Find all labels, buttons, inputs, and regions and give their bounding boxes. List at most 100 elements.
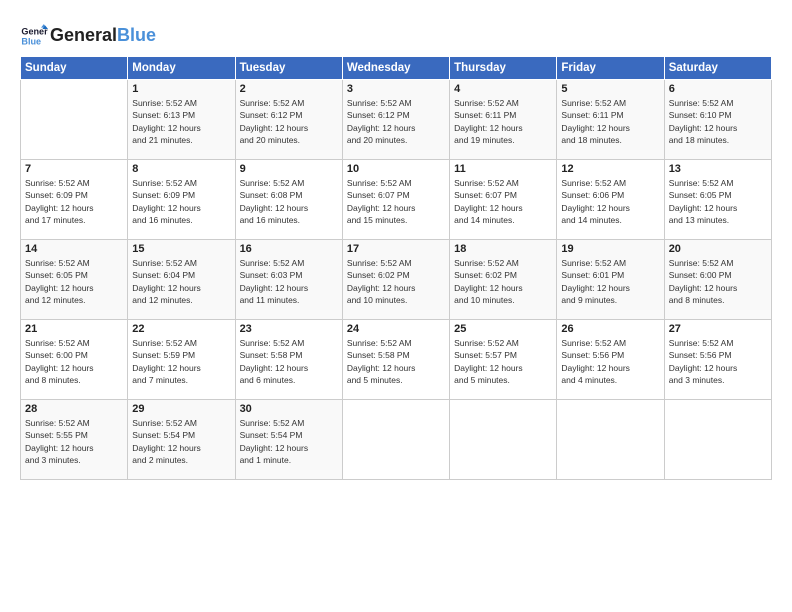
logo-icon: General Blue (20, 22, 48, 50)
calendar-week-4: 21 Sunrise: 5:52 AMSunset: 6:00 PMDayligh… (21, 320, 772, 400)
calendar-cell (557, 400, 664, 480)
cell-text: Sunrise: 5:52 AMSunset: 6:06 PMDaylight:… (561, 177, 659, 226)
day-number: 20 (669, 243, 767, 255)
calendar-cell: 19Sunrise: 5:52 AMSunset: 6:01 PMDayligh… (557, 240, 664, 320)
cell-text: Sunrise: 5:52 AMSunset: 5:58 PMDaylight:… (347, 337, 445, 386)
calendar-cell: 20Sunrise: 5:52 AMSunset: 6:00 PMDayligh… (664, 240, 771, 320)
cell-text: Sunrise: 5:52 AMSunset: 6:11 PMDaylight:… (454, 97, 552, 146)
day-header-saturday: Saturday (664, 57, 771, 80)
calendar-cell: 17Sunrise: 5:52 AMSunset: 6:02 PMDayligh… (342, 240, 449, 320)
calendar-cell: 18Sunrise: 5:52 AMSunset: 6:02 PMDayligh… (450, 240, 557, 320)
day-number: 27 (669, 323, 767, 335)
calendar-cell (450, 400, 557, 480)
day-number: 11 (454, 163, 552, 175)
day-number: 2 (240, 83, 338, 95)
calendar-cell: 1 Sunrise: 5:52 AMSunset: 6:13 PMDaylight… (128, 80, 235, 160)
day-header-friday: Friday (557, 57, 664, 80)
cell-text: Sunrise: 5:52 AMSunset: 6:13 PMDaylight:… (132, 97, 230, 146)
day-number: 17 (347, 243, 445, 255)
cell-text: Sunrise: 5:52 AMSunset: 6:00 PMDaylight:… (25, 337, 123, 386)
cell-text: Sunrise: 5:52 AMSunset: 6:12 PMDaylight:… (240, 97, 338, 146)
day-number: 15 (132, 243, 230, 255)
day-number: 7 (25, 163, 123, 175)
calendar-cell: 3 Sunrise: 5:52 AMSunset: 6:12 PMDaylight… (342, 80, 449, 160)
calendar-cell: 22 Sunrise: 5:52 AMSunset: 5:59 PMDayligh… (128, 320, 235, 400)
calendar-cell: 10 Sunrise: 5:52 AMSunset: 6:07 PMDayligh… (342, 160, 449, 240)
calendar-header-row: SundayMondayTuesdayWednesdayThursdayFrid… (21, 57, 772, 80)
calendar-cell: 6Sunrise: 5:52 AMSunset: 6:10 PMDaylight… (664, 80, 771, 160)
cell-text: Sunrise: 5:52 AMSunset: 6:09 PMDaylight:… (25, 177, 123, 226)
calendar-cell: 14 Sunrise: 5:52 AMSunset: 6:05 PMDayligh… (21, 240, 128, 320)
cell-text: Sunrise: 5:52 AMSunset: 6:07 PMDaylight:… (347, 177, 445, 226)
calendar-cell: 12 Sunrise: 5:52 AMSunset: 6:06 PMDayligh… (557, 160, 664, 240)
day-number: 13 (669, 163, 767, 175)
day-header-wednesday: Wednesday (342, 57, 449, 80)
calendar-cell: 23 Sunrise: 5:52 AMSunset: 5:58 PMDayligh… (235, 320, 342, 400)
calendar-cell: 9 Sunrise: 5:52 AMSunset: 6:08 PMDaylight… (235, 160, 342, 240)
day-number: 21 (25, 323, 123, 335)
cell-text: Sunrise: 5:52 AMSunset: 6:03 PMDaylight:… (240, 257, 338, 306)
header: General Blue GeneralBlue (20, 18, 772, 50)
cell-text: Sunrise: 5:52 AMSunset: 5:56 PMDaylight:… (669, 337, 767, 386)
cell-text: Sunrise: 5:52 AMSunset: 6:12 PMDaylight:… (347, 97, 445, 146)
day-number: 10 (347, 163, 445, 175)
cell-text: Sunrise: 5:52 AMSunset: 6:05 PMDaylight:… (25, 257, 123, 306)
calendar-week-3: 14 Sunrise: 5:52 AMSunset: 6:05 PMDayligh… (21, 240, 772, 320)
calendar-cell: 8Sunrise: 5:52 AMSunset: 6:09 PMDaylight… (128, 160, 235, 240)
calendar-cell: 30 Sunrise: 5:52 AMSunset: 5:54 PMDayligh… (235, 400, 342, 480)
day-number: 22 (132, 323, 230, 335)
cell-text: Sunrise: 5:52 AMSunset: 6:08 PMDaylight:… (240, 177, 338, 226)
calendar-cell: 4 Sunrise: 5:52 AMSunset: 6:11 PMDaylight… (450, 80, 557, 160)
day-number: 16 (240, 243, 338, 255)
calendar-cell: 2 Sunrise: 5:52 AMSunset: 6:12 PMDaylight… (235, 80, 342, 160)
day-number: 28 (25, 403, 123, 415)
day-number: 12 (561, 163, 659, 175)
calendar-cell: 11 Sunrise: 5:52 AMSunset: 6:07 PMDayligh… (450, 160, 557, 240)
day-number: 14 (25, 243, 123, 255)
calendar-body: 1 Sunrise: 5:52 AMSunset: 6:13 PMDaylight… (21, 80, 772, 480)
day-header-sunday: Sunday (21, 57, 128, 80)
cell-text: Sunrise: 5:52 AMSunset: 5:55 PMDaylight:… (25, 417, 123, 466)
calendar-cell: 27 Sunrise: 5:52 AMSunset: 5:56 PMDayligh… (664, 320, 771, 400)
cell-text: Sunrise: 5:52 AMSunset: 5:58 PMDaylight:… (240, 337, 338, 386)
day-header-tuesday: Tuesday (235, 57, 342, 80)
calendar-cell (21, 80, 128, 160)
calendar-week-5: 28 Sunrise: 5:52 AMSunset: 5:55 PMDayligh… (21, 400, 772, 480)
svg-text:Blue: Blue (21, 36, 41, 46)
cell-text: Sunrise: 5:52 AMSunset: 5:56 PMDaylight:… (561, 337, 659, 386)
calendar-cell: 15 Sunrise: 5:52 AMSunset: 6:04 PMDayligh… (128, 240, 235, 320)
day-number: 18 (454, 243, 552, 255)
calendar-week-2: 7 Sunrise: 5:52 AMSunset: 6:09 PMDaylight… (21, 160, 772, 240)
cell-text: Sunrise: 5:52 AMSunset: 6:11 PMDaylight:… (561, 97, 659, 146)
calendar-cell: 29 Sunrise: 5:52 AMSunset: 5:54 PMDayligh… (128, 400, 235, 480)
logo-text: GeneralBlue (50, 26, 156, 46)
cell-text: Sunrise: 5:52 AMSunset: 5:54 PMDaylight:… (132, 417, 230, 466)
day-header-monday: Monday (128, 57, 235, 80)
day-number: 3 (347, 83, 445, 95)
cell-text: Sunrise: 5:52 AMSunset: 5:59 PMDaylight:… (132, 337, 230, 386)
day-header-thursday: Thursday (450, 57, 557, 80)
calendar-cell (342, 400, 449, 480)
calendar-cell: 16 Sunrise: 5:52 AMSunset: 6:03 PMDayligh… (235, 240, 342, 320)
day-number: 23 (240, 323, 338, 335)
calendar-cell: 7 Sunrise: 5:52 AMSunset: 6:09 PMDaylight… (21, 160, 128, 240)
day-number: 4 (454, 83, 552, 95)
day-number: 24 (347, 323, 445, 335)
calendar-cell: 26Sunrise: 5:52 AMSunset: 5:56 PMDayligh… (557, 320, 664, 400)
calendar-cell: 5Sunrise: 5:52 AMSunset: 6:11 PMDaylight… (557, 80, 664, 160)
calendar-week-1: 1 Sunrise: 5:52 AMSunset: 6:13 PMDaylight… (21, 80, 772, 160)
calendar-cell: 13 Sunrise: 5:52 AMSunset: 6:05 PMDayligh… (664, 160, 771, 240)
cell-text: Sunrise: 5:52 AMSunset: 6:07 PMDaylight:… (454, 177, 552, 226)
calendar-cell (664, 400, 771, 480)
calendar-page: General Blue GeneralBlue SundayMondayTue… (0, 0, 792, 612)
cell-text: Sunrise: 5:52 AMSunset: 6:05 PMDaylight:… (669, 177, 767, 226)
day-number: 9 (240, 163, 338, 175)
day-number: 1 (132, 83, 230, 95)
cell-text: Sunrise: 5:52 AMSunset: 6:09 PMDaylight:… (132, 177, 230, 226)
day-number: 30 (240, 403, 338, 415)
cell-text: Sunrise: 5:52 AMSunset: 5:54 PMDaylight:… (240, 417, 338, 466)
cell-text: Sunrise: 5:52 AMSunset: 6:04 PMDaylight:… (132, 257, 230, 306)
calendar-cell: 28 Sunrise: 5:52 AMSunset: 5:55 PMDayligh… (21, 400, 128, 480)
day-number: 29 (132, 403, 230, 415)
cell-text: Sunrise: 5:52 AMSunset: 6:01 PMDaylight:… (561, 257, 659, 306)
